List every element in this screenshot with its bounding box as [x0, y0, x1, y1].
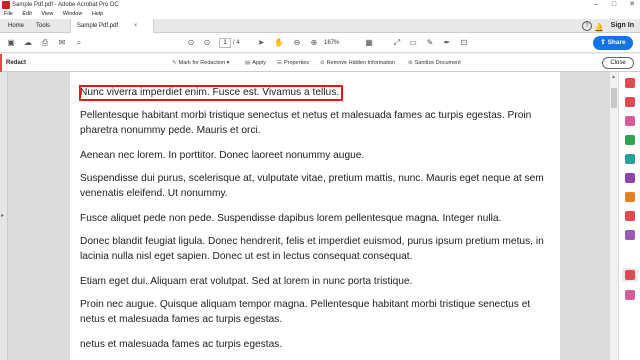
properties-button[interactable]: ☰ Properties [277, 54, 309, 72]
paragraph: Proin nec augue. Quisque aliquam tempor … [80, 299, 531, 325]
previous-page-icon[interactable]: ⊙ [186, 38, 196, 48]
tab-home[interactable]: Home [2, 19, 30, 33]
mark-for-redaction-button[interactable]: ✎ Mark for Redaction ▾ [172, 54, 229, 72]
fit-page-icon[interactable]: ⤢ [392, 38, 402, 48]
share-icon: ⇪ [600, 39, 608, 46]
zoom-out-icon[interactable]: ⊖ [292, 38, 302, 48]
apply-label: Apply [252, 60, 266, 66]
tab-document[interactable]: Sample Pdf.pdf × [70, 19, 154, 33]
paragraph: netus et malesuada fames ac turpis egest… [80, 339, 283, 350]
left-navigation-panel: ▸ [0, 72, 8, 360]
redact-accent-bar [0, 54, 2, 72]
paragraph: Fusce aliquet pede non pede. Suspendisse… [80, 213, 502, 224]
tab-bar: Home Tools Sample Pdf.pdf × ? 🔔 Sign In [0, 19, 640, 33]
window-close-button[interactable]: ✕ [624, 0, 640, 10]
help-icon[interactable]: ? [582, 21, 592, 31]
window-titlebar: Sample Pdf.pdf - Adobe Acrobat Pro DC – … [0, 0, 640, 10]
remove-hidden-icon: ⊘ [320, 60, 325, 66]
share-button[interactable]: ⇪ Share [593, 36, 633, 50]
close-redact-button[interactable]: Close [602, 57, 634, 69]
properties-label: Properties [283, 60, 310, 66]
menu-edit[interactable]: Edit [22, 11, 31, 17]
search-icon[interactable]: ⌕ [74, 38, 84, 48]
sanitize-icon: ⊛ [408, 60, 413, 66]
pdf-page[interactable]: Nunc viverra imperdiet enim. Fusce est. … [70, 72, 560, 360]
mark-for-redaction-label: Mark for Redaction [178, 60, 226, 66]
comment-icon[interactable]: ▭ [408, 38, 418, 48]
more-tools-icon[interactable] [625, 290, 635, 300]
menu-window[interactable]: Window [63, 11, 83, 17]
remove-hidden-label: Remove Hidden Information [326, 60, 396, 66]
highlight-pen-icon[interactable]: ✎ [425, 38, 435, 48]
vertical-scrollbar[interactable]: ▲ [610, 72, 618, 360]
comment-icon[interactable] [625, 135, 635, 145]
maximize-button[interactable]: □ [606, 0, 622, 10]
print-icon[interactable]: ⎙ [40, 38, 50, 48]
redaction-mark-box[interactable] [79, 85, 343, 101]
acrobat-app-icon [2, 1, 10, 9]
main-toolbar: ▣ ☁ ⎙ ✉ ⌕ ⊙ ⊙ 1 / 4 ➤ ✋ ⊖ ⊕ 167% ▦ ⤢ ▭ ✎… [0, 33, 640, 53]
create-pdf-icon[interactable] [625, 97, 635, 107]
save-icon[interactable]: ▣ [6, 38, 16, 48]
expand-panel-icon[interactable]: ▸ [1, 212, 4, 219]
window-title: Sample Pdf.pdf - Adobe Acrobat Pro DC [12, 2, 119, 8]
menu-file[interactable]: File [4, 11, 13, 17]
paragraph: Pellentesque habitant morbi tristique se… [80, 110, 532, 136]
organize-pages-icon[interactable] [625, 154, 635, 164]
menu-view[interactable]: View [41, 11, 53, 17]
sign-icon[interactable]: ✒ [442, 38, 452, 48]
tab-tools[interactable]: Tools [30, 19, 56, 33]
apply-button[interactable]: ▤ Apply [245, 54, 266, 72]
page-total: / 4 [233, 40, 240, 46]
redact-toolbar: Redact ✎ Mark for Redaction ▾ ▤ Apply ☰ Pro… [0, 54, 640, 72]
next-page-icon[interactable]: ⊙ [202, 38, 212, 48]
select-cursor-icon[interactable]: ➤ [256, 38, 266, 48]
paragraph: Aenean nec lorem. In porttitor. Donec la… [80, 150, 365, 161]
combine-files-icon[interactable] [625, 173, 635, 183]
edit-pdf-icon[interactable] [625, 116, 635, 126]
zoom-in-icon[interactable]: ⊕ [309, 38, 319, 48]
sanitize-label: Sanitize Document [414, 60, 461, 66]
email-icon[interactable]: ✉ [57, 38, 67, 48]
right-tools-panel [618, 72, 640, 360]
scrollbar-thumb[interactable] [611, 88, 617, 108]
paragraph: Donec blandit feugiat ligula. Donec hend… [80, 236, 544, 262]
compress-icon[interactable] [625, 211, 635, 221]
menu-bar: File Edit View Window Help [0, 10, 640, 19]
stamp-icon[interactable]: ⊡ [459, 38, 469, 48]
remove-hidden-information-button[interactable]: ⊘ Remove Hidden Information [320, 54, 395, 72]
dropdown-caret-icon: ▾ [225, 60, 230, 66]
redact-icon[interactable] [622, 268, 638, 282]
tab-document-label: Sample Pdf.pdf [77, 23, 119, 29]
scroll-up-icon[interactable]: ▲ [611, 74, 616, 80]
paragraph: Suspendisse dui purus, scelerisque at, v… [80, 173, 544, 199]
sanitize-document-button[interactable]: ⊛ Sanitize Document [408, 54, 461, 72]
page-display-icon[interactable]: ▦ [364, 38, 374, 48]
zoom-level-dropdown[interactable]: 167% [324, 38, 348, 48]
redact-title: Redact [6, 60, 27, 66]
properties-icon: ☰ [277, 60, 282, 66]
share-button-label: Share [607, 39, 626, 46]
minimize-button[interactable]: – [588, 0, 604, 10]
sign-in-link[interactable]: Sign In [611, 19, 634, 33]
fill-sign-icon[interactable] [625, 230, 635, 240]
menu-help[interactable]: Help [92, 11, 103, 17]
protect-icon[interactable] [625, 192, 635, 202]
document-viewport[interactable]: Nunc viverra imperdiet enim. Fusce est. … [8, 72, 610, 360]
hand-tool-icon[interactable]: ✋ [274, 38, 284, 48]
upload-cloud-icon[interactable]: ☁ [23, 38, 33, 48]
apply-icon: ▤ [245, 60, 251, 66]
marker-icon: ✎ [172, 60, 177, 66]
page-number-input[interactable]: 1 [219, 38, 231, 48]
export-pdf-icon[interactable] [625, 78, 635, 88]
paragraph: Etiam eget dui. Aliquam erat volutpat. S… [80, 276, 413, 287]
tab-close-icon[interactable]: × [134, 23, 138, 29]
